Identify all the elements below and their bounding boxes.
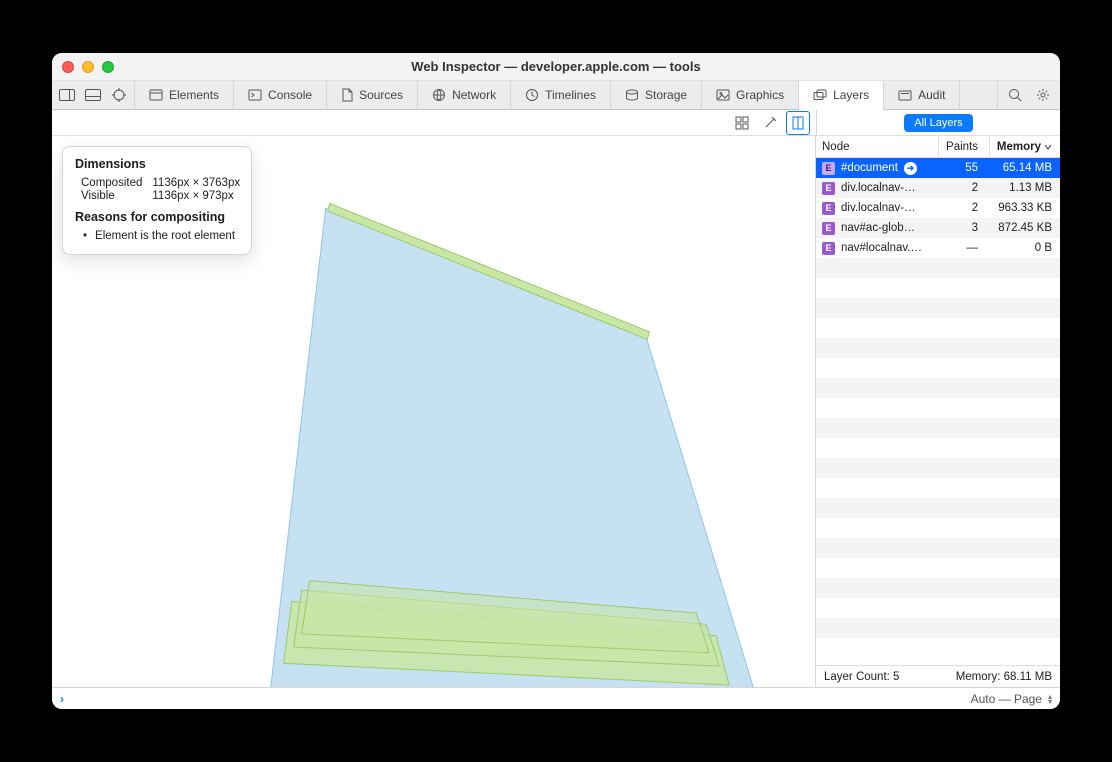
settings-gear-icon[interactable] bbox=[1030, 81, 1056, 109]
layers-summary: Layer Count: 5 Memory: 68.11 MB bbox=[816, 665, 1060, 687]
tabs: Elements Console Sources Network Timelin… bbox=[135, 81, 997, 109]
table-rows: E#document➜ 55 65.14 MB Ediv.localnav-… … bbox=[816, 158, 1060, 665]
layers-sidebar: Node Paints Memory E#document➜ 55 65.14 … bbox=[816, 136, 1060, 687]
content-toolbar: All Layers bbox=[52, 110, 1060, 136]
tab-label: Network bbox=[452, 88, 496, 102]
tab-graphics[interactable]: Graphics bbox=[702, 81, 799, 109]
tab-label: Graphics bbox=[736, 88, 784, 102]
layers-3d-canvas[interactable]: Dimensions Composited 1136px × 3763px Vi… bbox=[52, 136, 816, 687]
table-header: Node Paints Memory bbox=[816, 136, 1060, 158]
element-badge: E bbox=[822, 162, 835, 175]
tab-layers[interactable]: Layers bbox=[799, 81, 884, 110]
tab-network[interactable]: Network bbox=[418, 81, 511, 109]
stepper-icon: ▴▾ bbox=[1048, 694, 1052, 704]
reveal-icon[interactable]: ➜ bbox=[904, 162, 917, 175]
tab-timelines[interactable]: Timelines bbox=[511, 81, 611, 109]
dock-right-icon[interactable] bbox=[54, 81, 80, 109]
memory-cell: 65.14 MB bbox=[1003, 162, 1052, 174]
tab-label: Timelines bbox=[545, 88, 596, 102]
layer-info-popover: Dimensions Composited 1136px × 3763px Vi… bbox=[62, 146, 252, 255]
search-icon[interactable] bbox=[1002, 81, 1028, 109]
window-controls bbox=[62, 61, 114, 73]
execution-context-picker[interactable]: Auto — Page ▴▾ bbox=[971, 692, 1052, 706]
inspect-element-icon[interactable] bbox=[106, 81, 132, 109]
quick-console[interactable]: › Auto — Page ▴▾ bbox=[52, 687, 1060, 709]
total-memory: Memory: 68.11 MB bbox=[956, 671, 1052, 683]
chevron-down-icon bbox=[1044, 143, 1052, 151]
tabbar-right bbox=[997, 81, 1060, 109]
paints-cell: 55 bbox=[965, 162, 978, 174]
tab-label: Storage bbox=[645, 88, 687, 102]
tab-elements[interactable]: Elements bbox=[135, 81, 234, 109]
tab-bar: Elements Console Sources Network Timelin… bbox=[52, 81, 1060, 110]
table-row[interactable]: Ediv.localnav-… 2 963.33 KB bbox=[816, 198, 1060, 218]
tab-audit[interactable]: Audit bbox=[884, 81, 960, 109]
layer-count: Layer Count: 5 bbox=[824, 671, 899, 683]
dimensions-heading: Dimensions bbox=[75, 157, 239, 171]
dock-bottom-icon[interactable] bbox=[80, 81, 106, 109]
table-row[interactable]: E#document➜ 55 65.14 MB bbox=[816, 158, 1060, 178]
composited-value: 1136px × 3763px bbox=[152, 177, 240, 189]
tab-storage[interactable]: Storage bbox=[611, 81, 702, 109]
col-node[interactable]: Node bbox=[822, 141, 934, 153]
tab-label: Layers bbox=[833, 88, 869, 102]
layer-borders-icon[interactable] bbox=[786, 111, 810, 135]
element-badge: E bbox=[822, 182, 835, 195]
reason-text: Element is the root element bbox=[95, 230, 235, 242]
tab-label: Sources bbox=[359, 88, 403, 102]
tab-label: Elements bbox=[169, 88, 219, 102]
console-prompt-icon: › bbox=[60, 692, 64, 706]
zoom-window-button[interactable] bbox=[102, 61, 114, 73]
tab-label: Console bbox=[268, 88, 312, 102]
close-window-button[interactable] bbox=[62, 61, 74, 73]
dock-controls bbox=[52, 81, 135, 109]
col-memory[interactable]: Memory bbox=[989, 136, 1052, 157]
reasons-heading: Reasons for compositing bbox=[75, 210, 239, 224]
window-title: Web Inspector — developer.apple.com — to… bbox=[52, 59, 1060, 74]
table-row[interactable]: Enav#localnav.… — 0 B bbox=[816, 238, 1060, 258]
tab-sources[interactable]: Sources bbox=[327, 81, 418, 109]
titlebar: Web Inspector — developer.apple.com — to… bbox=[52, 53, 1060, 81]
inspector-window: Web Inspector — developer.apple.com — to… bbox=[52, 53, 1060, 709]
composited-label: Composited bbox=[81, 177, 142, 189]
tab-label: Audit bbox=[918, 88, 945, 102]
tab-console[interactable]: Console bbox=[234, 81, 327, 109]
layers-scope-bar: All Layers bbox=[816, 110, 1060, 135]
element-badge: E bbox=[822, 242, 835, 255]
table-row[interactable]: Enav#ac-glob… 3 872.45 KB bbox=[816, 218, 1060, 238]
element-badge: E bbox=[822, 202, 835, 215]
element-badge: E bbox=[822, 222, 835, 235]
paint-flashing-icon[interactable] bbox=[758, 111, 782, 135]
all-layers-pill[interactable]: All Layers bbox=[904, 114, 972, 132]
minimize-window-button[interactable] bbox=[82, 61, 94, 73]
visible-label: Visible bbox=[81, 190, 142, 202]
grid-view-icon[interactable] bbox=[730, 111, 754, 135]
table-row[interactable]: Ediv.localnav-… 2 1.13 MB bbox=[816, 178, 1060, 198]
canvas-view-controls bbox=[724, 110, 816, 135]
visible-value: 1136px × 973px bbox=[152, 190, 240, 202]
content-area: Dimensions Composited 1136px × 3763px Vi… bbox=[52, 136, 1060, 687]
col-paints[interactable]: Paints bbox=[938, 136, 978, 157]
